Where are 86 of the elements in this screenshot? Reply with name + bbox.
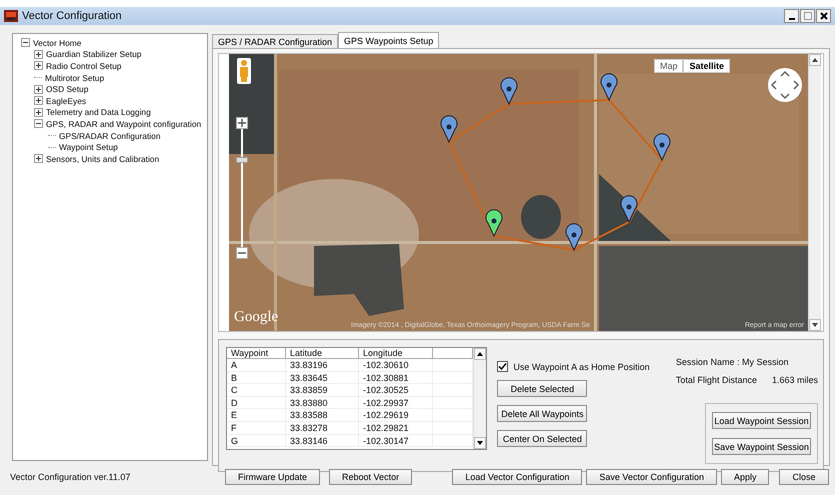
waypoint-marker-icon[interactable]	[566, 223, 582, 250]
close-button[interactable]	[816, 9, 831, 23]
expand-toggle[interactable]	[21, 38, 30, 48]
expand-toggle[interactable]	[34, 61, 43, 70]
tree-item[interactable]: EagleEyes	[46, 96, 86, 106]
waypoint-action-button[interactable]: Delete All Waypoints	[497, 405, 588, 422]
table-cell: 33.83588	[286, 409, 359, 422]
tree-item[interactable]: OSD Setup	[46, 84, 88, 94]
distance-value: 1.663 miles	[772, 375, 818, 385]
distance-label: Total Flight Distance	[676, 375, 757, 385]
table-cell: 33.83859	[286, 384, 359, 397]
table-cell: G	[227, 434, 286, 448]
expand-toggle[interactable]	[34, 108, 43, 117]
table-cell: -102.30610	[359, 359, 433, 372]
waypoint-marker-icon[interactable]	[600, 73, 618, 100]
waypoint-marker-icon[interactable]	[620, 195, 638, 222]
plus-icon	[238, 119, 246, 127]
pan-control-icon[interactable]	[767, 67, 803, 103]
waypoint-marker-icon[interactable]	[500, 77, 518, 104]
maximize-icon	[804, 12, 812, 20]
footer-button[interactable]: Close	[779, 469, 829, 485]
table-cell: 33.83278	[286, 422, 359, 435]
checkbox[interactable]	[497, 361, 508, 372]
scrollbar[interactable]	[808, 54, 821, 331]
session-button[interactable]: Save Waypoint Session	[712, 438, 811, 455]
tree-item[interactable]: Multirotor Setup	[45, 72, 104, 83]
app-icon	[4, 10, 18, 22]
minimize-button[interactable]	[784, 9, 799, 23]
table-cell: B	[227, 372, 286, 384]
waypoint-action-button[interactable]: Delete Selected	[497, 380, 588, 397]
column-header[interactable]: Longitude	[359, 348, 433, 359]
map-type-button[interactable]: Map	[654, 59, 684, 73]
table-cell: -102.30881	[359, 372, 433, 384]
table-cell: 33.83146	[286, 434, 359, 448]
zoom-slider-thumb[interactable]	[236, 157, 248, 163]
waypoint-marker-icon[interactable]	[654, 133, 670, 160]
tree-item[interactable]: Radio Control Setup	[46, 60, 122, 71]
table-cell: 33.83880	[286, 396, 359, 410]
tree-item[interactable]: GPS/RADAR Configuration	[59, 130, 160, 141]
column-header[interactable]: Waypoint	[227, 348, 286, 359]
tree-item[interactable]: Telemetry and Data Logging	[46, 107, 151, 118]
scrollbar[interactable]	[473, 348, 486, 449]
waypoint-marker-icon[interactable]	[440, 115, 458, 142]
table-cell: D	[227, 396, 286, 410]
tree-item[interactable]: GPS, RADAR and Waypoint configuration	[46, 118, 202, 129]
table-cell: C	[227, 384, 286, 397]
map-logo: Google	[234, 309, 278, 326]
checkbox-label[interactable]: Use Waypoint A as Home Position	[513, 362, 650, 372]
map-type-button[interactable]: Satellite	[683, 59, 730, 73]
table-cell: 33.83645	[286, 372, 359, 384]
table-cell: E	[227, 409, 286, 422]
table-cell: -102.29821	[359, 422, 433, 435]
table-cell: F	[227, 422, 286, 435]
footer-button[interactable]: Save Vector Configuration	[586, 469, 717, 485]
session-button[interactable]: Load Waypoint Session	[712, 412, 811, 429]
expand-toggle[interactable]	[34, 84, 43, 94]
tab[interactable]: GPS Waypoints Setup	[338, 32, 440, 48]
waypoint-action-button[interactable]: Center On Selected	[497, 430, 588, 447]
footer-button[interactable]: Reboot Vector	[329, 469, 412, 485]
table-cell: A	[227, 359, 286, 372]
expand-toggle[interactable]	[34, 119, 43, 128]
tree-item[interactable]: Guardian Stabilizer Setup	[46, 49, 142, 60]
expand-toggle[interactable]	[34, 96, 43, 106]
column-header[interactable]: Latitude	[286, 348, 359, 359]
expand-toggle[interactable]	[34, 154, 43, 164]
version-text: Vector Configuration ver.11.07	[10, 472, 132, 482]
table-cell: -102.30147	[359, 434, 433, 448]
footer-button[interactable]: Load Vector Configuration	[452, 469, 582, 485]
zoom-in-button[interactable]	[236, 117, 248, 129]
window-title: Vector Configuration	[22, 10, 122, 22]
table-cell: -102.29937	[359, 396, 433, 410]
zoom-slider[interactable]	[236, 129, 248, 247]
expand-toggle[interactable]	[34, 50, 43, 59]
tree-item[interactable]: Sensors, Units and Calibration	[46, 154, 160, 164]
footer-button[interactable]: Firmware Update	[225, 469, 320, 485]
table-cell: 33.83196	[286, 359, 359, 372]
table-cell: -102.29619	[359, 409, 433, 422]
table-cell: -102.30525	[359, 384, 433, 397]
close-icon	[820, 12, 828, 20]
tree-item[interactable]: Waypoint Setup	[59, 142, 118, 152]
tab[interactable]: GPS / RADAR Configuration	[212, 34, 338, 48]
footer-button[interactable]: Apply	[721, 469, 769, 485]
session-name: Session Name : My Session	[676, 357, 790, 367]
waypoint-marker-icon[interactable]	[486, 209, 502, 236]
zoom-out-button[interactable]	[236, 247, 248, 259]
tree-item[interactable]: Vector Home	[33, 38, 82, 48]
